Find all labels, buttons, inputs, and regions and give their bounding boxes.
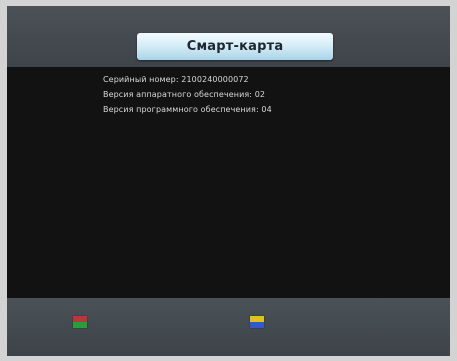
smartcard-info-panel: Серийный номер: 2100240000072 Версия апп… [7,67,450,298]
software-version-text: Версия программного обеспечения: 04 [103,105,272,114]
title-bar: Смарт-карта [137,33,333,60]
page-title: Смарт-карта [186,39,284,54]
header-band: Смарт-карта [7,6,450,67]
footer-band [7,298,450,356]
yellow-blue-key-icon[interactable] [250,316,264,328]
serial-number-text: Серийный номер: 2100240000072 [103,75,249,84]
blue-key-bar [250,322,264,328]
tv-frame: Смарт-карта Серийный номер: 210024000007… [0,0,457,361]
green-key-bar [73,322,87,328]
osd-screen: Смарт-карта Серийный номер: 210024000007… [7,6,450,356]
hardware-version-text: Версия аппаратного обеспечения: 02 [103,90,266,99]
red-green-key-icon[interactable] [73,316,87,328]
